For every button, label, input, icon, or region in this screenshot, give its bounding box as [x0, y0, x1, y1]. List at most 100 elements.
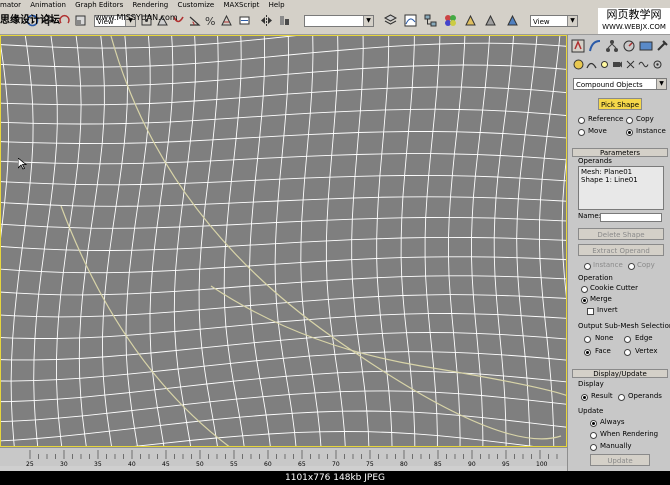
invert-checkbox[interactable] — [587, 308, 594, 315]
geometry-icon[interactable] — [573, 59, 584, 70]
mesh-row-line — [1, 275, 566, 296]
mesh-column-line — [78, 36, 105, 446]
wireframe-mesh — [1, 36, 566, 446]
output-none-radio[interactable] — [584, 336, 591, 343]
svg-text:%: % — [205, 15, 215, 27]
cameras-icon[interactable] — [612, 59, 623, 70]
pick-shape-button[interactable]: Pick Shape — [598, 98, 642, 110]
reference-label: Reference — [588, 115, 624, 123]
menu-item-editor[interactable]: mator — [0, 1, 21, 9]
angle-snap-icon[interactable] — [188, 14, 201, 27]
render-type-icon[interactable] — [506, 14, 519, 27]
curve-editor-icon[interactable] — [404, 14, 417, 27]
percent-snap-icon[interactable]: % — [204, 14, 217, 27]
mirror-icon[interactable] — [260, 14, 273, 27]
display-result-radio[interactable] — [581, 394, 588, 401]
shapes-icon[interactable] — [586, 59, 597, 70]
mesh-column-line — [149, 36, 174, 446]
copy-radio[interactable] — [626, 117, 633, 124]
name-field[interactable] — [600, 213, 662, 222]
move-radio[interactable] — [578, 129, 585, 136]
extract-operand-button[interactable]: Extract Operand — [578, 244, 664, 256]
update-when-rendering-radio[interactable] — [590, 432, 597, 439]
lights-icon[interactable] — [599, 59, 610, 70]
render-type-value: View — [533, 18, 550, 26]
operand-item-mesh[interactable]: Mesh: Plane01 — [581, 168, 632, 176]
motion-tab-icon[interactable] — [622, 39, 636, 53]
watermark-right: 网页教学网 WWW.WEBJX.COM — [598, 8, 670, 34]
material-editor-icon[interactable] — [444, 14, 457, 27]
helpers-icon[interactable] — [625, 59, 636, 70]
modify-tab-icon[interactable] — [588, 39, 602, 53]
output-group-label: Output Sub-Mesh Selection — [578, 322, 670, 330]
invert-label: Invert — [597, 306, 618, 314]
display-operands-label: Operands — [628, 392, 662, 400]
mesh-row-line — [1, 216, 566, 229]
update-always-label: Always — [600, 418, 625, 426]
mesh-column-line — [198, 36, 219, 446]
scale-icon[interactable] — [74, 14, 87, 27]
mesh-row-line — [1, 236, 566, 251]
mesh-row-line — [1, 64, 566, 87]
update-button[interactable]: Update — [590, 454, 650, 466]
mesh-column-line — [538, 36, 561, 446]
shape-spline — [210, 285, 566, 396]
extract-instance-radio[interactable] — [584, 263, 591, 270]
output-face-radio[interactable] — [584, 349, 591, 356]
menu-bar: mator Animation Graph Editors Rendering … — [0, 0, 670, 10]
menu-item-customize[interactable]: Customize — [177, 1, 214, 9]
mesh-column-line — [274, 36, 297, 446]
schematic-view-icon[interactable] — [424, 14, 437, 27]
render-type-dropdown[interactable]: View ▼ — [530, 15, 578, 27]
mesh-column-line — [400, 36, 416, 446]
systems-icon[interactable] — [652, 59, 663, 70]
command-panel: Compound Objects ▼ Pick Shape Reference C… — [567, 35, 670, 471]
create-tab-icon[interactable] — [571, 39, 585, 53]
spinner-snap-icon[interactable] — [220, 14, 233, 27]
update-always-radio[interactable] — [590, 420, 597, 427]
extract-copy-radio[interactable] — [628, 263, 635, 270]
reference-radio[interactable] — [578, 117, 585, 124]
output-edge-radio[interactable] — [624, 336, 631, 343]
merge-radio[interactable] — [581, 297, 588, 304]
menu-item-graph-editors[interactable]: Graph Editors — [75, 1, 123, 9]
category-dropdown[interactable]: Compound Objects ▼ — [573, 78, 667, 90]
shape-spline — [60, 205, 230, 446]
menu-item-maxscript[interactable]: MAXScript — [223, 1, 259, 9]
mesh-column-line — [33, 36, 58, 446]
perspective-viewport[interactable] — [0, 35, 567, 447]
output-vertex-radio[interactable] — [624, 349, 631, 356]
space-warps-icon[interactable] — [638, 59, 649, 70]
operation-group-label: Operation — [578, 274, 613, 282]
mouse-cursor-icon — [18, 158, 27, 170]
mesh-column-line — [376, 36, 393, 446]
parameters-rollout[interactable]: Parameters — [572, 148, 668, 157]
cookie-cutter-radio[interactable] — [581, 286, 588, 293]
render-setup-icon[interactable] — [464, 14, 477, 27]
track-bar[interactable]: 25 30 35 40 45 50 55 60 65 70 75 80 85 90 95 100 — [0, 447, 567, 468]
layer-manager-icon[interactable] — [384, 14, 397, 27]
update-manually-radio[interactable] — [590, 444, 597, 451]
align-icon[interactable] — [278, 14, 291, 27]
watermark-center: www.MISSYUAN.com — [95, 13, 178, 22]
menu-item-animation[interactable]: Animation — [30, 1, 66, 9]
menu-item-rendering[interactable]: Rendering — [132, 1, 168, 9]
delete-shape-button[interactable]: Delete Shape — [578, 228, 664, 240]
instance-radio[interactable] — [626, 129, 633, 136]
hierarchy-tab-icon[interactable] — [605, 39, 619, 53]
operand-item-shape[interactable]: Shape 1: Line01 — [581, 176, 638, 184]
utilities-tab-icon[interactable] — [655, 39, 669, 53]
menu-item-help[interactable]: Help — [269, 1, 285, 9]
named-selection-icon[interactable] — [238, 14, 251, 27]
update-manually-label: Manually — [600, 442, 632, 450]
operands-group-label: Operands — [578, 157, 612, 165]
mesh-column-line — [249, 36, 271, 446]
display-update-rollout[interactable]: Display/Update — [572, 369, 668, 378]
category-value: Compound Objects — [576, 81, 643, 89]
quick-render-icon[interactable] — [484, 14, 497, 27]
display-operands-radio[interactable] — [618, 394, 625, 401]
operands-list[interactable]: Mesh: Plane01 Shape 1: Line01 — [578, 166, 664, 210]
watermark-right-title: 网页教学网 — [606, 8, 662, 21]
display-tab-icon[interactable] — [639, 39, 653, 53]
named-selection-set-dropdown[interactable]: ▼ — [304, 15, 374, 27]
